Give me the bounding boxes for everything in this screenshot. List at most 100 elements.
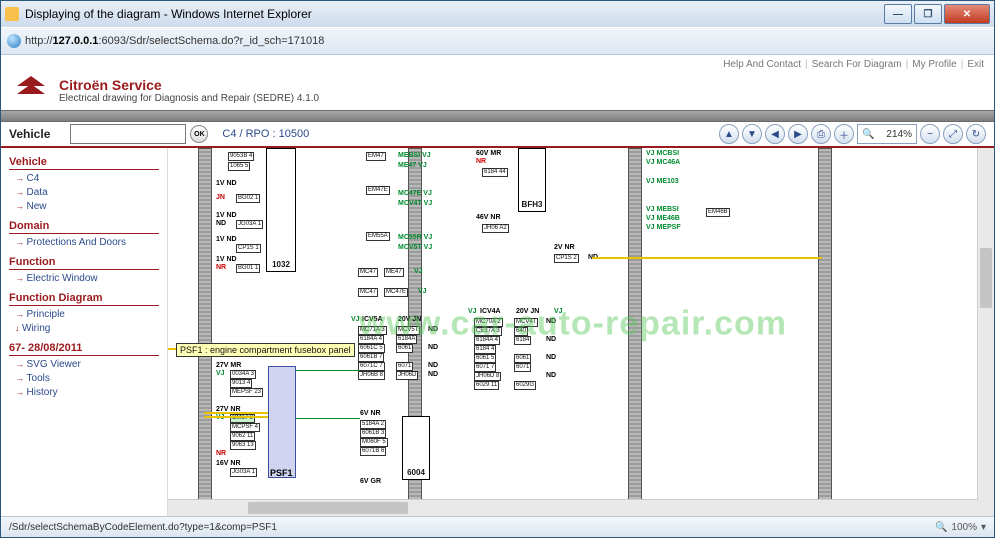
- nav-down-button[interactable]: ▼: [742, 124, 762, 144]
- pin-label: 640: [514, 327, 528, 336]
- wire-label: ND: [546, 318, 556, 325]
- wire-label: 2V NR: [554, 244, 575, 251]
- nav-help[interactable]: Help And Contact: [723, 59, 801, 70]
- citroen-logo-icon: [13, 76, 49, 104]
- component-1032[interactable]: 1032: [266, 148, 296, 272]
- nav-search[interactable]: Search For Diagram: [812, 59, 902, 70]
- nav-right-button[interactable]: ▶: [788, 124, 808, 144]
- address-bar[interactable]: http://127.0.0.1:6093/Sdr/selectSchema.d…: [1, 27, 994, 55]
- wire-label: VJ ME103: [646, 178, 679, 185]
- wire-label: ICV5A: [362, 316, 383, 323]
- wire-label: 1V ND: [216, 180, 237, 187]
- vehicle-input[interactable]: [70, 124, 186, 144]
- side-link-svg[interactable]: SVG Viewer: [15, 359, 159, 370]
- pin-label: CP1S 1: [236, 244, 261, 253]
- pin-label: 6029 11: [474, 381, 499, 390]
- harness-trunk: [198, 148, 212, 500]
- magnifier-icon: 🔍: [862, 129, 874, 140]
- wire-label: JN: [216, 194, 225, 201]
- component-bfh3[interactable]: BFH3: [518, 148, 546, 212]
- pin-label: 0034A 3: [230, 370, 256, 379]
- wire-label: VJ: [418, 288, 427, 295]
- close-button[interactable]: ✕: [944, 4, 990, 24]
- window-titlebar: Displaying of the diagram - Windows Inte…: [1, 1, 994, 27]
- globe-icon: [7, 34, 21, 48]
- pin-label: MC47E: [384, 288, 408, 297]
- fit-button[interactable]: ⤢: [943, 124, 963, 144]
- horizontal-scrollbar[interactable]: [168, 499, 978, 516]
- side-vehicle-header: Vehicle: [9, 156, 159, 170]
- nav-left-button[interactable]: ◀: [765, 124, 785, 144]
- diagram-canvas[interactable]: 1032 1V ND JN BG02 1 1V ND ND JG03A 1 1V…: [167, 148, 994, 516]
- wire-label: VJ: [216, 370, 225, 377]
- pin-label: 6184 44: [482, 168, 508, 177]
- nav-up-button[interactable]: ▲: [719, 124, 739, 144]
- side-link-protections[interactable]: Protections And Doors: [15, 237, 159, 248]
- wire-label: ICV4A: [480, 308, 501, 315]
- pin-label: MEPSF 23: [230, 388, 263, 397]
- wire-label: VJ: [351, 316, 360, 323]
- wire-label: VJ: [468, 308, 477, 315]
- pin-label: EM46B: [706, 208, 730, 217]
- pin-label: JG03A 1: [236, 220, 263, 229]
- wire-label: 16V NR: [216, 460, 241, 467]
- print-button[interactable]: ⎙: [811, 124, 831, 144]
- nav-profile[interactable]: My Profile: [912, 59, 956, 70]
- ok-button[interactable]: OK: [190, 125, 208, 143]
- side-link-data[interactable]: Data: [15, 187, 159, 198]
- wire: [592, 257, 822, 259]
- pin-label: JH06B 8: [358, 371, 385, 380]
- pin-label: JG03A 1: [230, 468, 257, 477]
- zoom-out-button[interactable]: −: [920, 124, 940, 144]
- pin-label: 6071C 7: [358, 362, 385, 371]
- wire-label: 60V MR: [476, 150, 501, 157]
- wire-label: VJ MCBSI: [646, 150, 679, 157]
- tooltip: PSF1 : engine compartment fusebox panel: [176, 343, 355, 357]
- pin-label: MCV5T: [396, 326, 420, 335]
- divider-bar: [1, 110, 994, 122]
- side-link-principle[interactable]: Principle: [15, 309, 159, 320]
- side-link-new[interactable]: New: [15, 201, 159, 212]
- wire-label: MC47E VJ: [398, 190, 432, 197]
- pin-label: BG01 1: [236, 264, 260, 273]
- zoom-dropdown-icon[interactable]: ▾: [981, 522, 986, 533]
- refresh-button[interactable]: ↻: [966, 124, 986, 144]
- pin-label: 6184A 4: [474, 336, 500, 345]
- wire-label: VJ MEBSI: [646, 206, 679, 213]
- wire: [204, 412, 268, 414]
- zoom-icon: 🔍: [935, 522, 947, 533]
- wire-label: NR: [216, 264, 226, 271]
- pin-label: 6071: [514, 363, 531, 372]
- component-psf1[interactable]: [268, 366, 296, 478]
- zoom-display[interactable]: 🔍214%: [857, 124, 917, 144]
- pin-label: 6061C 5: [358, 344, 385, 353]
- wire-label: ND: [428, 371, 438, 378]
- wire-label: MCV4T VJ: [398, 200, 432, 207]
- pin-label: JH06D: [396, 371, 418, 380]
- wire-label: 1V ND: [216, 256, 237, 263]
- pin-label: JH06 A2: [482, 224, 509, 233]
- zoom-in-button[interactable]: ＋: [834, 124, 854, 144]
- vehicle-bar: Vehicle OK C4 / RPO : 10500 ▲ ▼ ◀ ▶ ⎙ ＋ …: [1, 122, 994, 148]
- component-6004[interactable]: 6004: [402, 416, 430, 480]
- pin-label: 9053B 4: [228, 152, 254, 161]
- side-link-tools[interactable]: Tools: [15, 373, 159, 384]
- nav-exit[interactable]: Exit: [967, 59, 984, 70]
- vertical-scrollbar[interactable]: [977, 148, 994, 516]
- side-link-wiring[interactable]: Wiring: [15, 323, 159, 334]
- pin-label: 6061: [514, 354, 531, 363]
- side-link-window[interactable]: Electric Window: [15, 273, 159, 284]
- pin-label: 6029G: [514, 381, 536, 390]
- wire-label: 1V ND: [216, 212, 237, 219]
- pin-label: 6061B 7: [358, 353, 384, 362]
- url-text: http://127.0.0.1:6093/Sdr/selectSchema.d…: [25, 35, 988, 47]
- side-link-history[interactable]: History: [15, 387, 159, 398]
- side-link-c4[interactable]: C4: [15, 173, 159, 184]
- watermark: www.car-auto-repair.com: [359, 305, 787, 344]
- maximize-button[interactable]: ❐: [914, 4, 942, 24]
- status-zoom: 100%: [951, 522, 977, 533]
- pin-label: 6061B 3: [360, 429, 386, 438]
- pin-label: 9063 13: [230, 441, 256, 450]
- pin-label: MC47: [358, 288, 378, 297]
- minimize-button[interactable]: —: [884, 4, 912, 24]
